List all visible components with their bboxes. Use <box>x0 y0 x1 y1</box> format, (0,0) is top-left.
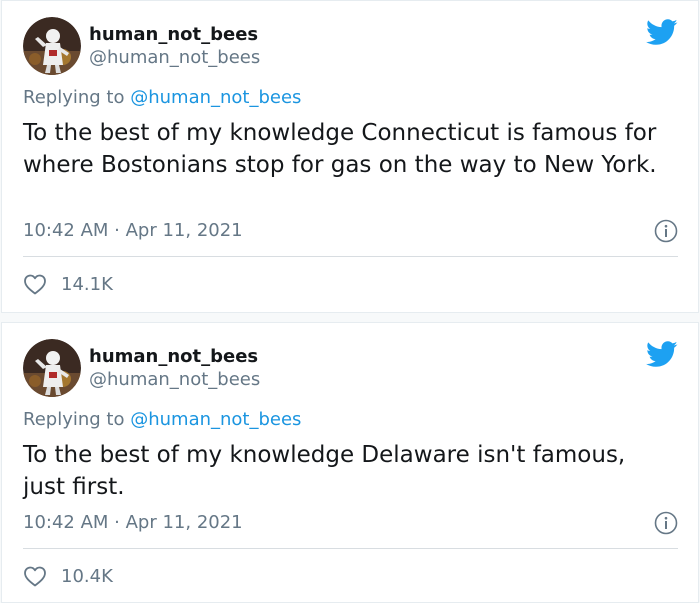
replying-label: Replying to <box>23 87 125 108</box>
tweet-card[interactable]: human_not_bees @human_not_bees Replying … <box>1 322 699 603</box>
replying-to: Replying to @human_not_bees <box>23 87 301 108</box>
tweet-timestamp[interactable]: 10:42 AM · Apr 11, 2021 <box>23 512 243 533</box>
divider <box>23 256 678 257</box>
info-icon[interactable] <box>654 219 678 243</box>
name-block: human_not_bees @human_not_bees <box>89 23 260 69</box>
replying-label: Replying to <box>23 409 125 430</box>
twitter-bird-icon[interactable] <box>646 341 678 368</box>
tweet-text: To the best of my knowledge Connecticut … <box>23 120 657 178</box>
replying-mention-link[interactable]: @human_not_bees <box>130 87 301 108</box>
user-handle[interactable]: @human_not_bees <box>89 46 260 69</box>
tweet-header: human_not_bees @human_not_bees <box>23 16 260 76</box>
divider <box>23 548 678 549</box>
replying-mention-link[interactable]: @human_not_bees <box>130 409 301 430</box>
heart-icon <box>24 566 46 587</box>
user-handle[interactable]: @human_not_bees <box>89 368 260 391</box>
tweet-card[interactable]: human_not_bees @human_not_bees Replying … <box>1 0 699 313</box>
like-count: 10.4K <box>61 565 113 587</box>
heart-icon <box>24 274 46 295</box>
tweet-text: To the best of my knowledge Delaware isn… <box>23 442 626 500</box>
tweet-header: human_not_bees @human_not_bees <box>23 338 260 398</box>
display-name[interactable]: human_not_bees <box>89 23 260 46</box>
avatar[interactable] <box>23 17 81 75</box>
avatar[interactable] <box>23 339 81 397</box>
name-block: human_not_bees @human_not_bees <box>89 345 260 391</box>
display-name[interactable]: human_not_bees <box>89 345 260 368</box>
tweet-timestamp[interactable]: 10:42 AM · Apr 11, 2021 <box>23 220 243 241</box>
replying-to: Replying to @human_not_bees <box>23 409 301 430</box>
like-count: 14.1K <box>61 273 113 295</box>
like-button[interactable]: 10.4K <box>23 565 113 587</box>
info-icon[interactable] <box>654 511 678 535</box>
twitter-bird-icon[interactable] <box>646 19 678 46</box>
like-button[interactable]: 14.1K <box>23 273 113 295</box>
